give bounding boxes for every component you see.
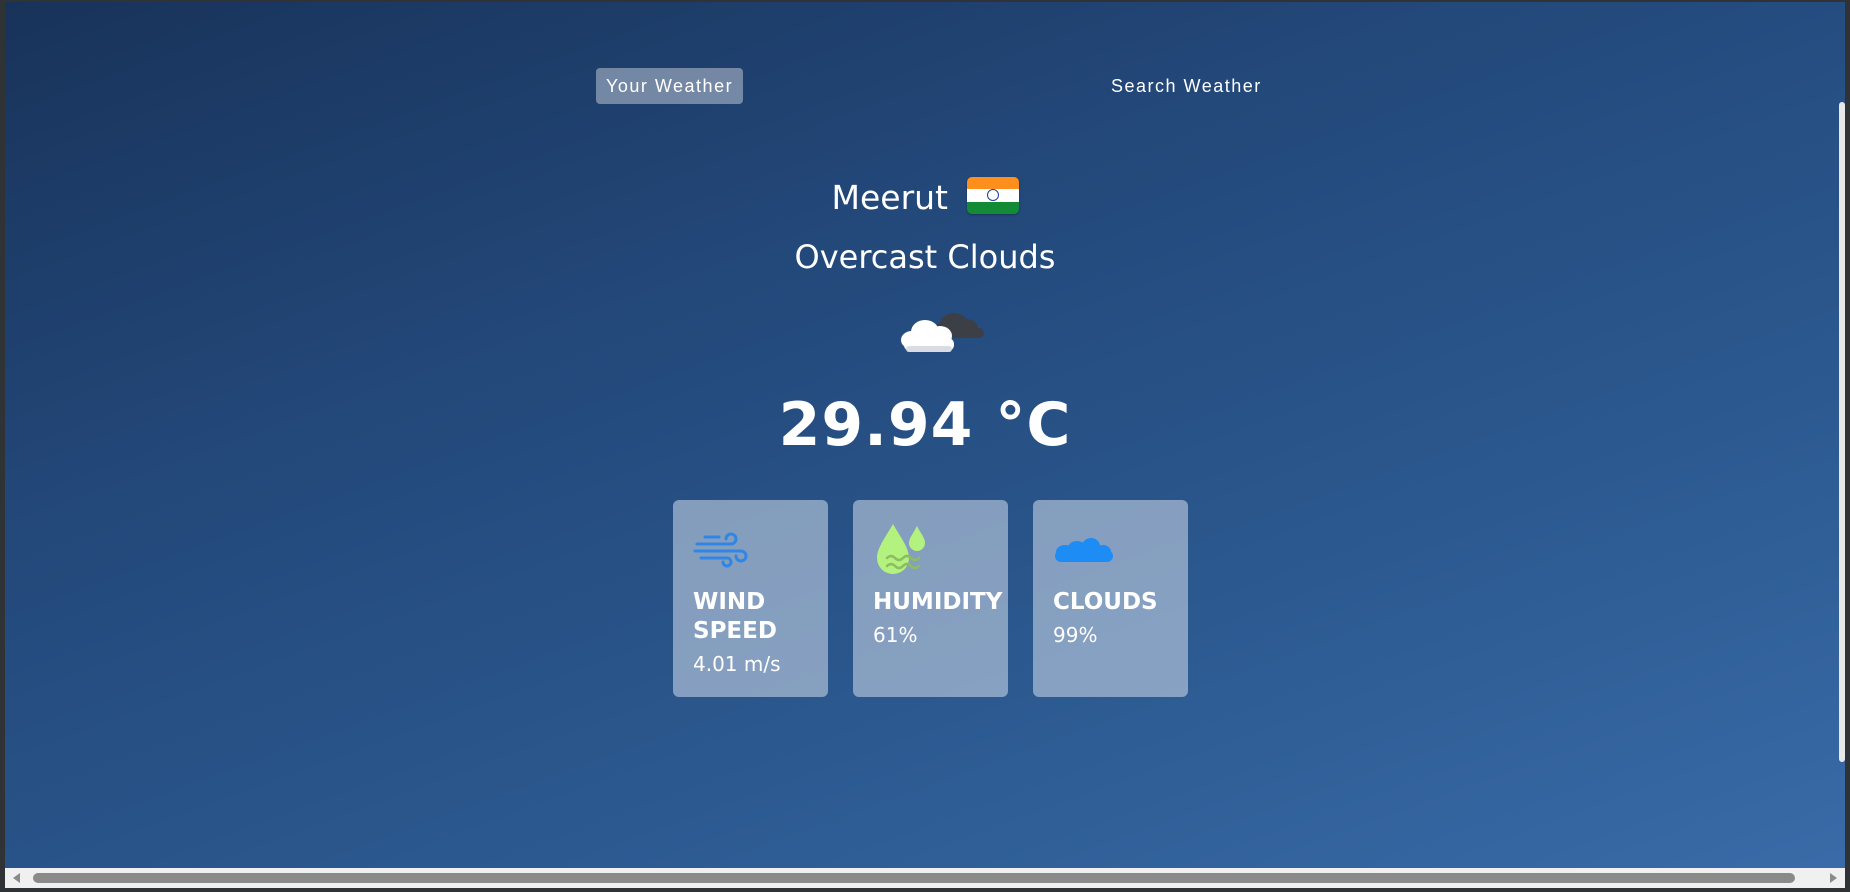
scrollbar-thumb[interactable] bbox=[33, 873, 1795, 883]
stat-label: CLOUDS bbox=[1053, 589, 1158, 615]
stat-value: 99% bbox=[1053, 623, 1098, 647]
vertical-scrollbar[interactable] bbox=[1839, 102, 1845, 762]
humidity-icon bbox=[877, 524, 925, 574]
stat-card-clouds: CLOUDS 99% bbox=[1033, 500, 1188, 697]
city-heading: Meerut bbox=[5, 177, 1845, 217]
stat-card-humidity: HUMIDITY 61% bbox=[853, 500, 1008, 697]
india-flag-icon bbox=[966, 177, 1019, 214]
wind-icon bbox=[693, 532, 748, 568]
scroll-left-icon[interactable] bbox=[13, 873, 20, 883]
tab-search-weather[interactable]: Search Weather bbox=[1101, 68, 1272, 104]
scroll-right-icon[interactable] bbox=[1830, 873, 1837, 883]
city-name: Meerut bbox=[831, 178, 949, 217]
weather-app: Your Weather Search Weather Meerut Overc… bbox=[5, 2, 1845, 868]
window-bottom-edge bbox=[0, 888, 1850, 892]
stat-label: HUMIDITY bbox=[873, 589, 1003, 615]
stat-value: 4.01 m/s bbox=[693, 652, 781, 676]
temperature: 29.94 °C bbox=[778, 390, 1072, 460]
clouds-icon bbox=[1055, 538, 1113, 562]
overcast-clouds-icon bbox=[901, 313, 984, 352]
weather-description: Overcast Clouds bbox=[794, 238, 1056, 276]
tab-your-weather[interactable]: Your Weather bbox=[596, 68, 744, 104]
stat-label: WIND SPEED bbox=[693, 589, 777, 644]
stat-card-wind-speed: WIND SPEED 4.01 m/s bbox=[673, 500, 828, 697]
stat-value: 61% bbox=[873, 623, 918, 647]
nav-tabs: Your Weather Search Weather bbox=[591, 68, 1281, 104]
horizontal-scrollbar[interactable] bbox=[5, 868, 1845, 888]
